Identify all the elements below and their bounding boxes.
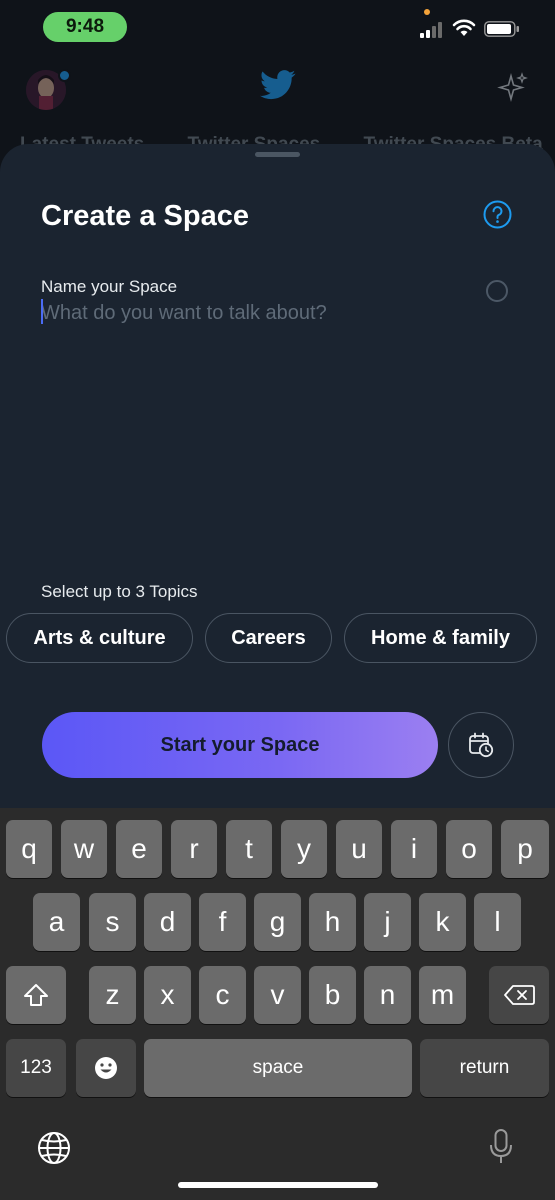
key-c[interactable]: c xyxy=(199,966,246,1024)
help-icon[interactable] xyxy=(483,200,512,229)
text-caret xyxy=(41,299,43,324)
space-name-input[interactable] xyxy=(41,299,461,327)
emoji-key[interactable] xyxy=(76,1039,136,1097)
twitter-header: Latest Tweets Twitter Spaces Twitter Spa… xyxy=(0,56,555,156)
key-l[interactable]: l xyxy=(474,893,521,951)
topics-label: Select up to 3 Topics xyxy=(41,582,198,601)
page-title: Create a Space xyxy=(41,200,249,232)
key-t[interactable]: t xyxy=(226,820,272,878)
key-z[interactable]: z xyxy=(89,966,136,1024)
key-e[interactable]: e xyxy=(116,820,162,878)
key-k[interactable]: k xyxy=(419,893,466,951)
key-m[interactable]: m xyxy=(419,966,466,1024)
topic-chip-home-family[interactable]: Home & family xyxy=(344,613,537,663)
key-s[interactable]: s xyxy=(89,893,136,951)
backspace-icon xyxy=(504,985,535,1005)
key-x[interactable]: x xyxy=(144,966,191,1024)
key-u[interactable]: u xyxy=(336,820,382,878)
key-a[interactable]: a xyxy=(33,893,80,951)
battery-icon xyxy=(484,21,519,37)
schedule-space-button[interactable] xyxy=(448,712,514,778)
sparkle-icon[interactable] xyxy=(497,72,529,104)
return-key[interactable]: return xyxy=(420,1039,549,1097)
space-name-label: Name your Space xyxy=(41,277,178,296)
key-o[interactable]: o xyxy=(446,820,492,878)
key-j[interactable]: j xyxy=(364,893,411,951)
emoji-icon xyxy=(95,1057,117,1079)
create-space-sheet: Create a Space Name your Space Select up… xyxy=(0,144,555,844)
character-counter-icon xyxy=(486,280,508,302)
sheet-grabber[interactable] xyxy=(255,152,300,157)
globe-icon[interactable] xyxy=(36,1130,72,1166)
key-f[interactable]: f xyxy=(199,893,246,951)
key-p[interactable]: p xyxy=(501,820,549,878)
key-i[interactable]: i xyxy=(391,820,437,878)
key-d[interactable]: d xyxy=(144,893,191,951)
shift-icon xyxy=(24,984,48,1006)
key-n[interactable]: n xyxy=(364,966,411,1024)
key-v[interactable]: v xyxy=(254,966,301,1024)
status-time: 9:48 xyxy=(43,12,127,42)
space-key[interactable]: space xyxy=(144,1039,412,1097)
wifi-icon xyxy=(452,19,476,36)
topic-chip-arts-culture[interactable]: Arts & culture xyxy=(6,613,193,663)
microphone-icon[interactable] xyxy=(488,1128,514,1166)
key-w[interactable]: w xyxy=(61,820,107,878)
calendar-clock-icon xyxy=(469,732,494,758)
shift-key[interactable] xyxy=(6,966,66,1024)
home-indicator xyxy=(178,1182,378,1188)
key-q[interactable]: q xyxy=(6,820,52,878)
key-r[interactable]: r xyxy=(171,820,217,878)
notification-dot-icon xyxy=(58,69,71,82)
start-space-button[interactable]: Start your Space xyxy=(42,712,438,778)
key-g[interactable]: g xyxy=(254,893,301,951)
key-y[interactable]: y xyxy=(281,820,327,878)
key-b[interactable]: b xyxy=(309,966,356,1024)
key-h[interactable]: h xyxy=(309,893,356,951)
delete-key[interactable] xyxy=(489,966,549,1024)
privacy-indicator-icon xyxy=(424,9,430,15)
cellular-signal-icon xyxy=(420,22,442,38)
topic-chip-careers[interactable]: Careers xyxy=(205,613,332,663)
twitter-bird-icon xyxy=(260,70,296,100)
numbers-key[interactable]: 123 xyxy=(6,1039,66,1097)
status-bar: 9:48 xyxy=(0,0,555,56)
